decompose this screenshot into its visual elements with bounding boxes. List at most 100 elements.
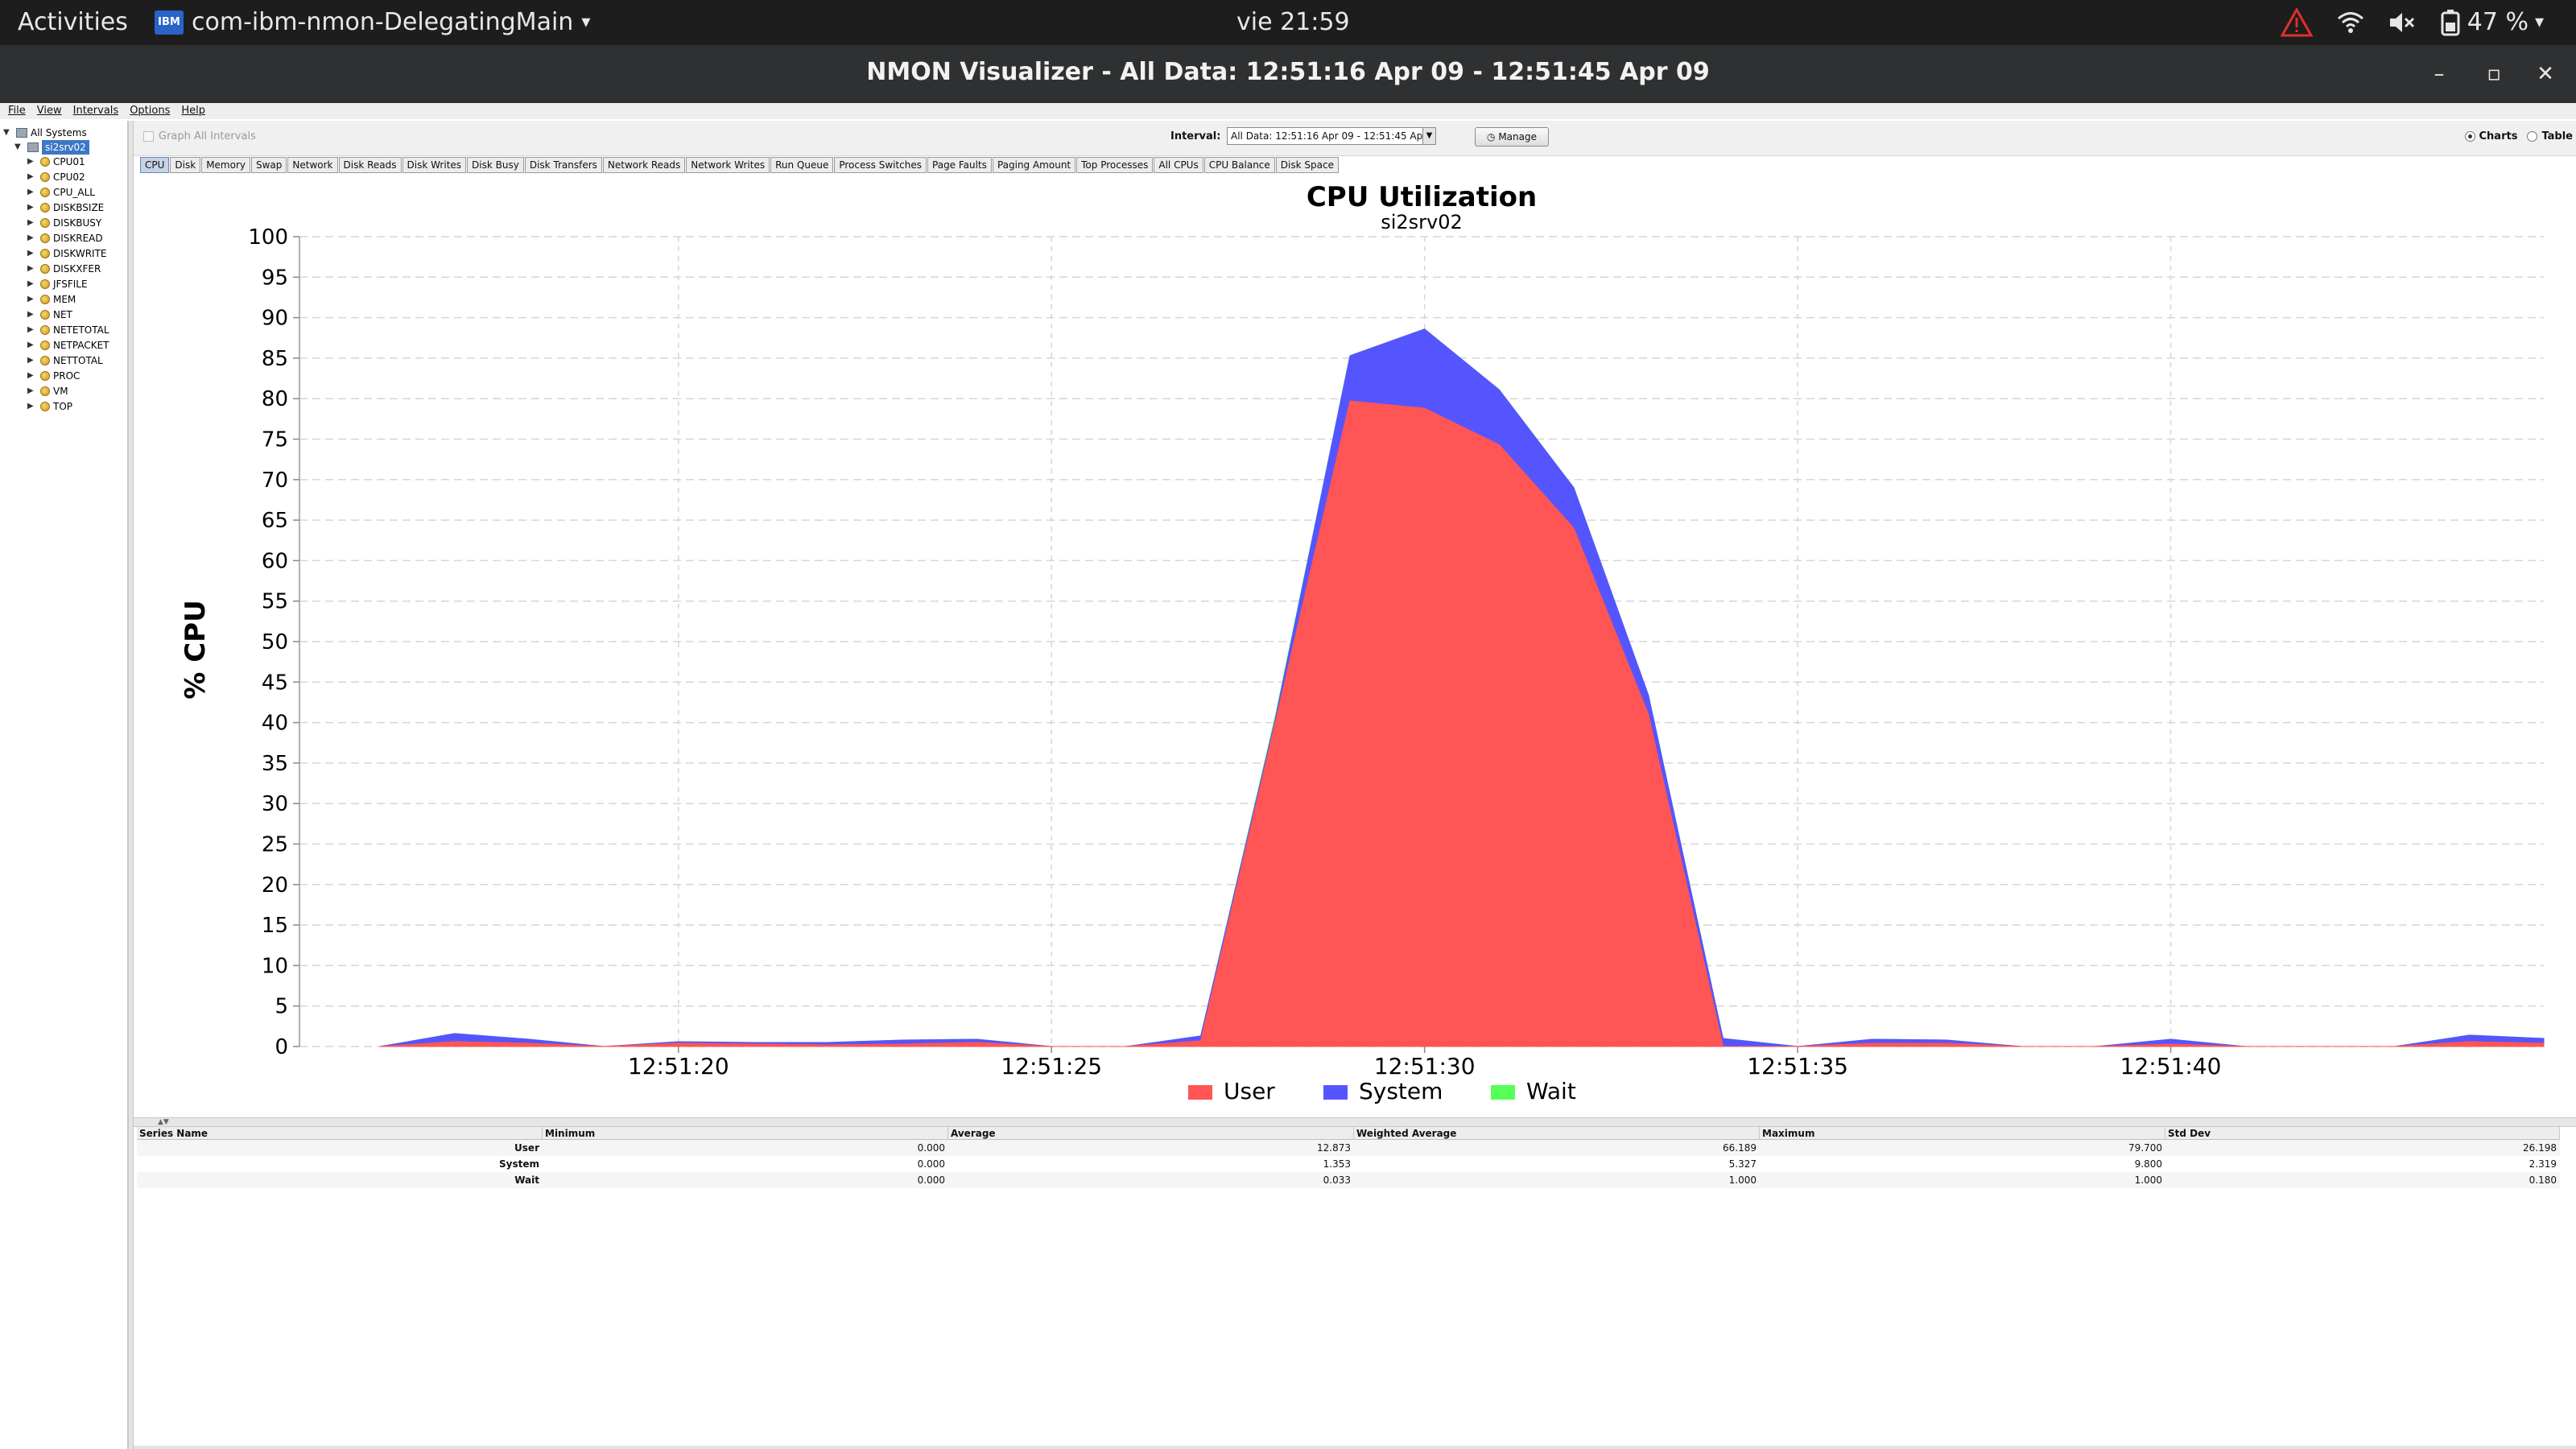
- tab-top-processes[interactable]: Top Processes: [1076, 157, 1154, 173]
- y-tick-label: 35: [262, 752, 288, 776]
- maximize-button[interactable]: ▫: [2479, 60, 2508, 89]
- expand-arrow-icon[interactable]: ▶: [27, 369, 37, 383]
- tab-page-faults[interactable]: Page Faults: [927, 157, 992, 173]
- tab-disk-reads[interactable]: Disk Reads: [338, 157, 402, 173]
- stats-series-name: System: [499, 1158, 539, 1170]
- tree-item-cpu01[interactable]: ▶ CPU01: [27, 155, 85, 169]
- stats-header-cell[interactable]: Maximum: [1760, 1127, 2165, 1139]
- graph-all-intervals-checkbox[interactable]: Graph All Intervals: [143, 130, 256, 142]
- tree-item-diskwrite[interactable]: ▶ DISKWRITE: [27, 246, 107, 261]
- tree-item-diskbusy[interactable]: ▶ DISKBUSY: [27, 216, 101, 230]
- expand-arrow-icon[interactable]: ▶: [27, 231, 37, 246]
- stats-header-row: Series Name Minimum Average Weighted Averag…: [137, 1127, 2560, 1140]
- expand-arrow-icon[interactable]: ▶: [27, 353, 37, 368]
- stats-header-cell[interactable]: Std Dev: [2165, 1127, 2560, 1139]
- tab-disk-transfers[interactable]: Disk Transfers: [524, 157, 602, 173]
- tab-paging-amount[interactable]: Paging Amount: [992, 157, 1076, 173]
- tree-item-top[interactable]: ▶ TOP: [27, 399, 72, 414]
- menu-help[interactable]: Help: [181, 103, 205, 119]
- y-tick-label: 0: [275, 1035, 288, 1059]
- expand-arrow-icon[interactable]: ▼: [14, 140, 24, 155]
- tab-network[interactable]: Network: [287, 157, 338, 173]
- tree-item-net[interactable]: ▶ NET: [27, 308, 72, 322]
- expand-arrow-icon[interactable]: ▼: [3, 126, 13, 140]
- activities-button[interactable]: Activities: [18, 6, 128, 39]
- tree-system[interactable]: ▼ si2srv02: [14, 140, 89, 155]
- clock[interactable]: vie 21:59: [1236, 6, 1350, 39]
- tab-run-queue[interactable]: Run Queue: [770, 157, 834, 173]
- tree-item-diskxfer[interactable]: ▶ DISKXFER: [27, 262, 101, 276]
- expand-arrow-icon[interactable]: ▶: [27, 170, 37, 184]
- expand-arrow-icon[interactable]: ▶: [27, 384, 37, 398]
- category-icon: [40, 249, 50, 258]
- stats-header-cell[interactable]: Weighted Average: [1354, 1127, 1760, 1139]
- tree-item-mem[interactable]: ▶ MEM: [27, 292, 76, 307]
- tree-item-diskread[interactable]: ▶ DISKREAD: [27, 231, 103, 246]
- close-button[interactable]: ✕: [2531, 60, 2560, 89]
- stats-row[interactable]: User 0.000 12.873 66.189 79.700 26.198: [137, 1140, 2560, 1156]
- tree-item-nettotal[interactable]: ▶ NETTOTAL: [27, 353, 103, 368]
- expand-arrow-icon[interactable]: ▶: [27, 246, 37, 261]
- menu-view[interactable]: View: [37, 103, 62, 119]
- status-area[interactable]: 47 % ▾: [2280, 6, 2544, 39]
- stats-header-cell[interactable]: Average: [948, 1127, 1354, 1139]
- tree-item-proc[interactable]: ▶ PROC: [27, 369, 80, 383]
- stats-header-cell[interactable]: Minimum: [543, 1127, 948, 1139]
- expand-arrow-icon[interactable]: ▶: [27, 216, 37, 230]
- stats-value: 5.327: [1728, 1158, 1757, 1170]
- stats-row[interactable]: Wait 0.000 0.033 1.000 1.000 0.180: [137, 1172, 2560, 1188]
- expand-arrow-icon[interactable]: ▶: [27, 338, 37, 353]
- y-tick-label: 75: [262, 428, 288, 452]
- legend-label-user: User: [1224, 1078, 1275, 1104]
- tree-root[interactable]: ▼ All Systems: [3, 126, 87, 140]
- chart-panel: CPU Utilization si2srv02 0 5 10 15 20 25 30 35 40 4…: [134, 174, 2576, 1117]
- expand-arrow-icon[interactable]: ▶: [27, 155, 37, 169]
- expand-arrow-icon[interactable]: ▶: [27, 308, 37, 322]
- stats-divider[interactable]: ▲▼: [134, 1117, 2576, 1127]
- tree-item-jfsfile[interactable]: ▶ JFSFILE: [27, 277, 88, 291]
- tab-disk[interactable]: Disk: [170, 157, 201, 173]
- tab-disk-writes[interactable]: Disk Writes: [402, 157, 467, 173]
- tree-item-netpacket[interactable]: ▶ NETPACKET: [27, 338, 109, 353]
- menu-intervals[interactable]: Intervals: [73, 103, 119, 119]
- menu-options[interactable]: Options: [130, 103, 170, 119]
- expand-arrow-icon[interactable]: ▶: [27, 277, 37, 291]
- expand-arrow-icon[interactable]: ▶: [27, 185, 37, 200]
- tab-disk-space[interactable]: Disk Space: [1275, 157, 1339, 173]
- tab-disk-busy[interactable]: Disk Busy: [467, 157, 524, 173]
- stats-row[interactable]: System 0.000 1.353 5.327 9.800 2.319: [137, 1156, 2560, 1172]
- stats-header-cell[interactable]: Series Name: [137, 1127, 543, 1139]
- stats-value: 0.000: [917, 1142, 945, 1154]
- tab-network-writes[interactable]: Network Writes: [686, 157, 770, 173]
- interval-select[interactable]: All Data: 12:51:16 Apr 09 - 12:51:45 Apr…: [1227, 127, 1436, 145]
- tab-cpu[interactable]: CPU: [140, 157, 170, 173]
- tree-item-vm[interactable]: ▶ VM: [27, 384, 68, 398]
- tab-all-cpus[interactable]: All CPUs: [1154, 157, 1203, 173]
- tab-memory[interactable]: Memory: [201, 157, 250, 173]
- y-tick-label: 40: [262, 712, 288, 736]
- system-tree[interactable]: ▼ All Systems ▼ si2srv02 ▶ CPU01 ▶ CPU02 ▶ CP…: [0, 121, 129, 1449]
- tab-swap[interactable]: Swap: [251, 157, 287, 173]
- expand-arrow-icon[interactable]: ▶: [27, 292, 37, 307]
- app-menu[interactable]: IBM com-ibm-nmon-DelegatingMain ▾: [155, 6, 590, 39]
- expand-arrow-icon[interactable]: ▶: [27, 399, 37, 414]
- y-tick-label: 100: [248, 225, 288, 250]
- tab-process-switches[interactable]: Process Switches: [834, 157, 927, 173]
- menu-file[interactable]: File: [8, 103, 26, 119]
- tree-item-cpu-all[interactable]: ▶ CPU_ALL: [27, 185, 95, 200]
- charts-radio[interactable]: Charts: [2464, 130, 2517, 142]
- tree-item-cpu02[interactable]: ▶ CPU02: [27, 170, 85, 184]
- tree-item-label: NETETOTAL: [53, 324, 109, 336]
- tab-network-reads[interactable]: Network Reads: [602, 157, 686, 173]
- table-radio[interactable]: Table: [2527, 130, 2573, 142]
- tab-cpu-balance[interactable]: CPU Balance: [1203, 157, 1275, 173]
- expand-arrow-icon[interactable]: ▶: [27, 323, 37, 337]
- minimize-button[interactable]: –: [2425, 60, 2454, 89]
- expand-arrow-icon[interactable]: ▶: [27, 200, 37, 215]
- manage-button[interactable]: ◷ Manage: [1475, 127, 1549, 147]
- tree-item-diskbsize[interactable]: ▶ DISKBSIZE: [27, 200, 104, 215]
- chevron-down-icon: ▾: [581, 12, 591, 32]
- tree-item-netetotal[interactable]: ▶ NETETOTAL: [27, 323, 109, 337]
- window-title-bar[interactable]: NMON Visualizer - All Data: 12:51:16 Apr…: [0, 45, 2576, 103]
- expand-arrow-icon[interactable]: ▶: [27, 262, 37, 276]
